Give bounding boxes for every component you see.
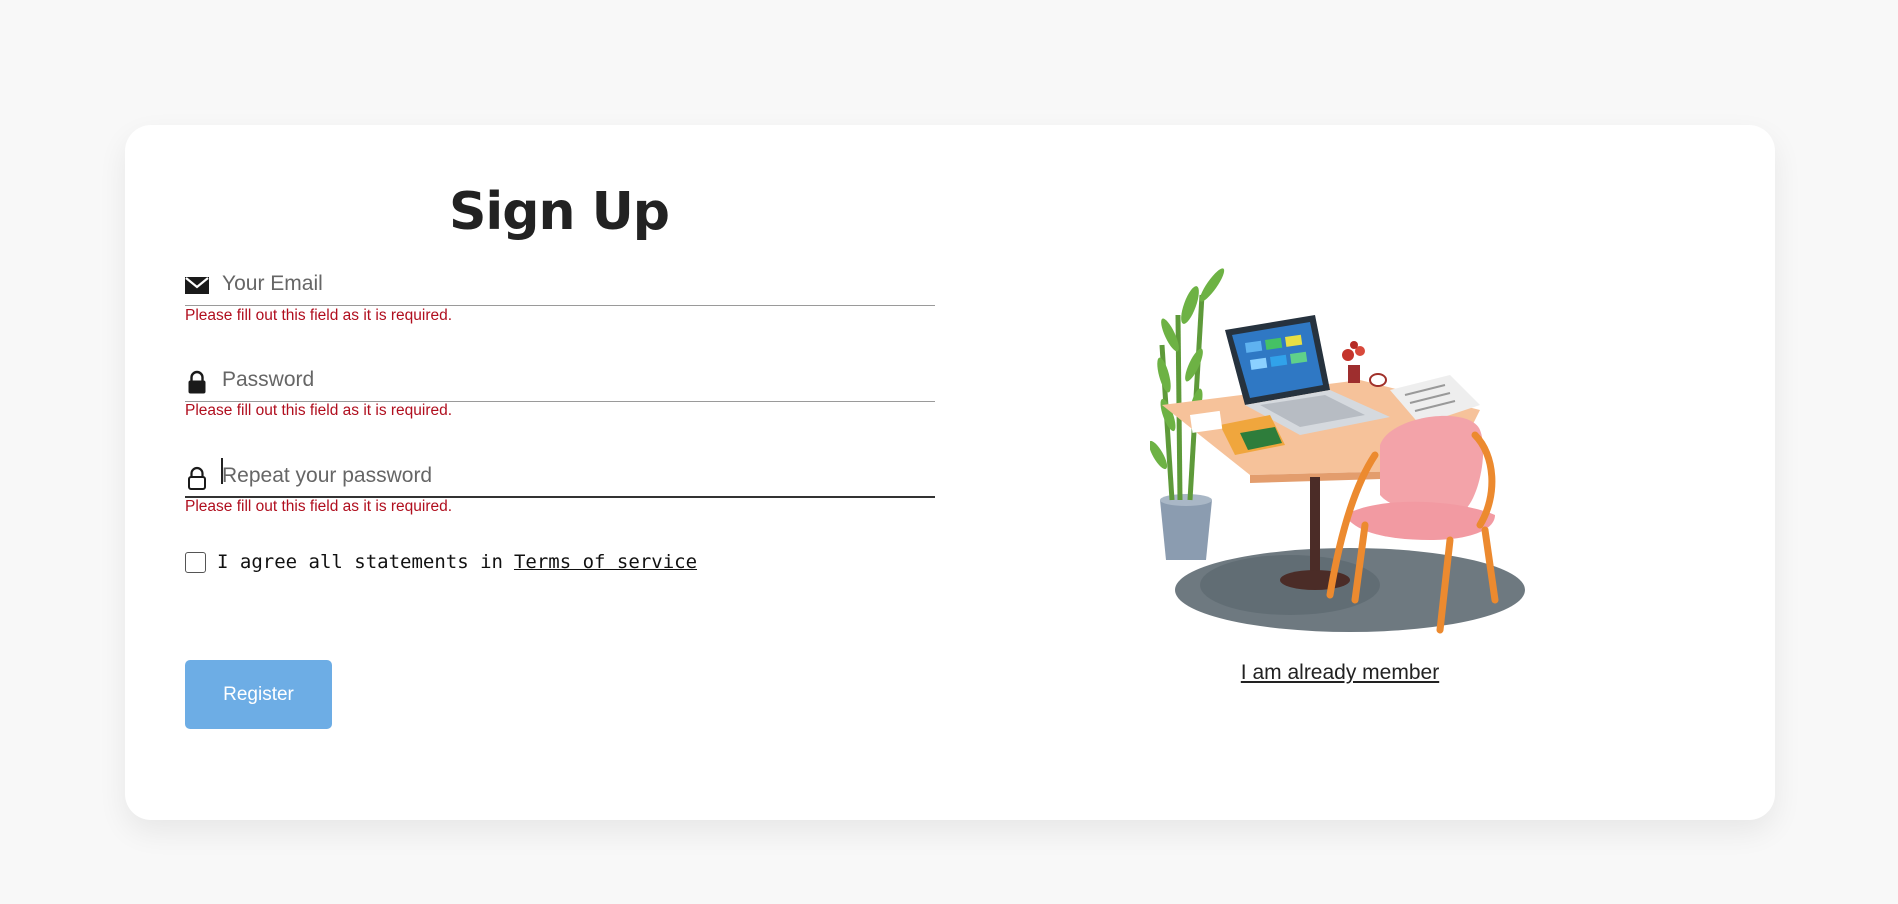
terms-of-service-link[interactable]: Terms of service [514, 551, 697, 573]
email-field-group [185, 252, 935, 306]
password-field-group [185, 348, 935, 402]
already-member-link[interactable]: I am already member [1180, 661, 1500, 685]
register-button[interactable]: Register [185, 660, 332, 729]
lock-icon [188, 370, 206, 394]
repeat-password-input[interactable] [222, 458, 922, 494]
repeat-password-error-message: Please fill out this field as it is requ… [185, 498, 453, 515]
envelope-icon [185, 277, 209, 294]
terms-agreement: I agree all statements in Terms of servi… [185, 551, 697, 573]
email-error-message: Please fill out this field as it is requ… [185, 307, 453, 324]
text-caret [221, 458, 223, 484]
repeat-password-field-group [185, 444, 935, 498]
email-input[interactable] [222, 266, 922, 302]
agree-checkbox[interactable] [185, 551, 206, 573]
password-input[interactable] [222, 362, 922, 398]
page-title: Sign Up [448, 182, 670, 242]
lock-outline-icon [188, 466, 206, 490]
password-error-message: Please fill out this field as it is requ… [185, 402, 453, 419]
desk-illustration [1150, 268, 1525, 634]
agree-text: I agree all statements in [217, 551, 503, 573]
